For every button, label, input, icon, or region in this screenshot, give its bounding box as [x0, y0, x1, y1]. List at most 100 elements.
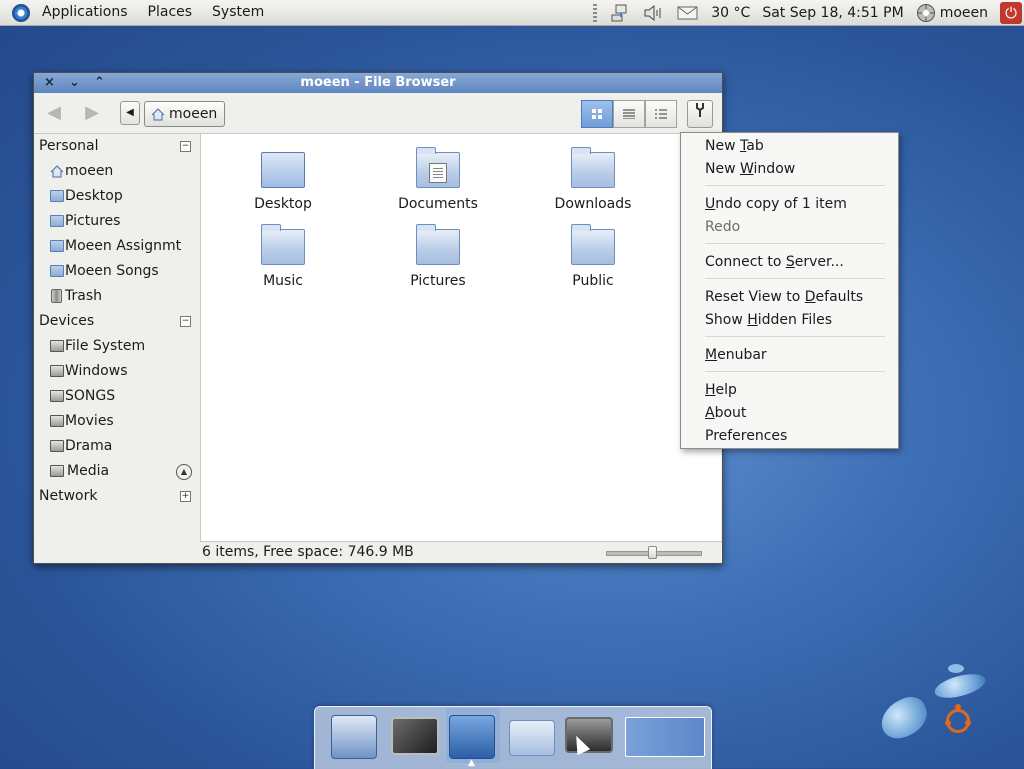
- close-icon[interactable]: ×: [42, 73, 57, 93]
- folder-icon: [50, 265, 64, 277]
- sidebar-item-label: Media: [67, 463, 110, 479]
- folder-icon: [571, 147, 615, 188]
- collapse-icon[interactable]: −: [180, 316, 191, 327]
- folder-icon[interactable]: [509, 720, 555, 756]
- file-view[interactable]: Desktop Documents Downloads Music Pictur…: [200, 134, 721, 541]
- places-menu[interactable]: Places: [138, 0, 203, 25]
- sidebar-item-songs[interactable]: SONGS: [34, 384, 200, 409]
- menu-item-menubar[interactable]: Menubar: [705, 347, 767, 363]
- clock[interactable]: Sat Sep 18, 4:51 PM: [762, 5, 903, 21]
- sidebar-item-label: Pictures: [65, 213, 121, 229]
- preferences-tool-button[interactable]: [687, 100, 713, 128]
- icon-view-button[interactable]: [581, 100, 613, 128]
- sidebar-item-media[interactable]: Media ▲: [34, 459, 200, 484]
- zoom-slider-handle[interactable]: [648, 546, 657, 559]
- ubuntu-logo-icon[interactable]: [12, 3, 30, 22]
- user-switcher[interactable]: moeen: [916, 3, 988, 23]
- sidebar-item-drama[interactable]: Drama: [34, 434, 200, 459]
- compact-view-icon: [655, 109, 667, 119]
- path-scroll-left-icon[interactable]: ◀: [120, 101, 140, 125]
- menu-separator: [705, 243, 885, 244]
- panel-separator: [593, 3, 598, 22]
- file-item-downloads[interactable]: Downloads: [538, 147, 648, 212]
- icon-view-icon: [592, 109, 602, 119]
- expand-icon[interactable]: +: [180, 491, 191, 502]
- menu-item-about[interactable]: About: [705, 405, 746, 421]
- documents-folder-icon: [416, 147, 460, 188]
- file-item-desktop[interactable]: Desktop: [228, 152, 338, 212]
- file-item-documents[interactable]: Documents: [383, 147, 493, 212]
- folder-icon: [416, 224, 460, 265]
- menu-item-show-hidden-files[interactable]: Show Hidden Files: [705, 312, 832, 328]
- sidebar-item-home[interactable]: moeen: [34, 159, 200, 184]
- workspace-switcher-icon[interactable]: [625, 717, 705, 757]
- sidebar-item-windows[interactable]: Windows: [34, 359, 200, 384]
- drive-icon: [50, 340, 64, 352]
- sidebar-item-moeen-songs[interactable]: Moeen Songs: [34, 259, 200, 284]
- menu-item-new-tab[interactable]: New Tab: [705, 138, 764, 154]
- compact-view-button[interactable]: [645, 100, 677, 128]
- drive-icon: [50, 415, 64, 427]
- sidebar-item-label: SONGS: [65, 388, 116, 404]
- volume-icon[interactable]: [643, 4, 665, 22]
- sidebar-item-file-system[interactable]: File System: [34, 334, 200, 359]
- menu-separator: [705, 278, 885, 279]
- menu-item-undo[interactable]: Undo copy of 1 item: [705, 196, 847, 212]
- file-item-public[interactable]: Public: [538, 224, 648, 289]
- menu-item-preferences[interactable]: Preferences: [705, 428, 787, 444]
- mail-icon[interactable]: [677, 4, 699, 22]
- desktop-icon: [50, 190, 64, 202]
- window-titlebar[interactable]: × ⌄ ⌃ moeen - File Browser: [34, 73, 722, 93]
- sidebar-item-label: Drama: [65, 438, 113, 454]
- sidebar-header-devices: Devices −: [34, 309, 200, 334]
- menu-separator: [705, 185, 885, 186]
- power-icon[interactable]: ⏻: [1000, 1, 1022, 24]
- system-tray: 30 °C Sat Sep 18, 4:51 PM moeen ⏻: [593, 0, 1024, 25]
- system-menu[interactable]: System: [202, 0, 274, 25]
- back-arrow-icon[interactable]: ◀: [42, 102, 66, 124]
- sidebar-item-pictures[interactable]: Pictures: [34, 209, 200, 234]
- maximize-icon[interactable]: ⌃: [92, 73, 107, 93]
- status-bar: 6 items, Free space: 746.9 MB: [200, 541, 722, 562]
- menu-item-connect-to-server[interactable]: Connect to Server...: [705, 254, 844, 270]
- add-to-desktop-icon[interactable]: [331, 715, 377, 759]
- forward-arrow-icon[interactable]: ▶: [80, 102, 104, 124]
- terminal-icon[interactable]: [391, 717, 439, 755]
- sidebar-item-label: File System: [65, 338, 146, 354]
- sidebar-item-label: Desktop: [65, 188, 123, 204]
- folder-icon: [50, 215, 64, 227]
- eject-icon[interactable]: ▲: [176, 464, 192, 480]
- folder-icon: [261, 224, 305, 265]
- list-view-button[interactable]: [613, 100, 645, 128]
- sidebar-header-label: Network: [39, 488, 98, 504]
- desktop-folder-icon: [261, 152, 305, 188]
- places-sidebar: Personal − moeen Desktop Pictures Moeen …: [34, 134, 200, 544]
- sidebar-item-label: Windows: [65, 363, 128, 379]
- network-icon[interactable]: [609, 4, 631, 22]
- applications-menu[interactable]: Applications: [32, 0, 138, 25]
- file-item-label: Desktop: [254, 196, 312, 212]
- dock-running-indicator-icon: ▲: [468, 758, 475, 768]
- sidebar-item-desktop[interactable]: Desktop: [34, 184, 200, 209]
- file-item-pictures[interactable]: Pictures: [383, 224, 493, 289]
- file-manager-icon[interactable]: [449, 715, 495, 759]
- file-item-music[interactable]: Music: [228, 224, 338, 289]
- drive-icon: [50, 365, 64, 377]
- file-item-label: Documents: [398, 196, 478, 212]
- menu-item-help[interactable]: Help: [705, 382, 737, 398]
- menu-item-new-window[interactable]: New Window: [705, 161, 795, 177]
- minimize-icon[interactable]: ⌄: [67, 73, 82, 93]
- user-icon: [916, 3, 935, 22]
- collapse-icon[interactable]: −: [180, 141, 191, 152]
- path-button-home[interactable]: moeen: [144, 101, 225, 127]
- menu-item-reset-view[interactable]: Reset View to Defaults: [705, 289, 863, 305]
- user-name: moeen: [939, 4, 988, 21]
- sidebar-item-moeen-assignmt[interactable]: Moeen Assignmt: [34, 234, 200, 259]
- sidebar-header-label: Devices: [39, 313, 95, 329]
- drive-icon: [50, 440, 64, 452]
- sidebar-item-label: moeen: [65, 163, 114, 179]
- weather-readout[interactable]: 30 °C: [711, 5, 750, 21]
- sidebar-item-label: Trash: [65, 288, 102, 304]
- sidebar-item-movies[interactable]: Movies: [34, 409, 200, 434]
- sidebar-item-trash[interactable]: Trash: [34, 284, 200, 309]
